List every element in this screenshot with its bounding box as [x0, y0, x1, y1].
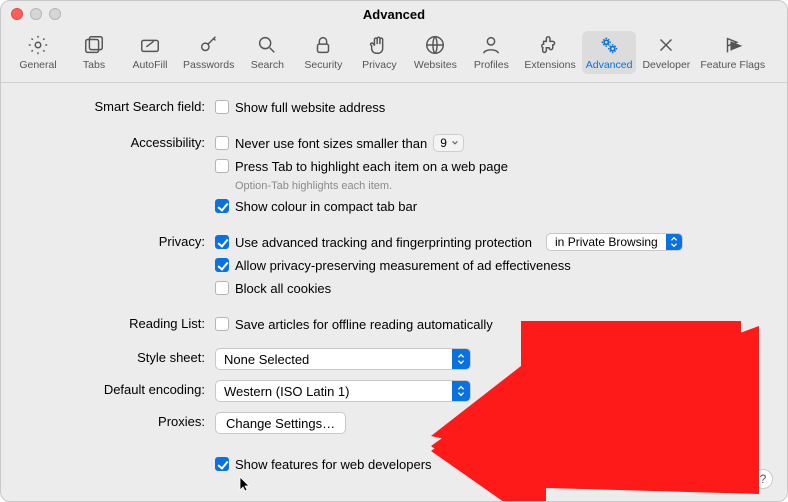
- toolbar-label: AutoFill: [132, 59, 167, 71]
- tools-icon: [655, 34, 677, 56]
- checkbox-save-offline[interactable]: [215, 317, 229, 331]
- toolbar-passwords[interactable]: Passwords: [179, 31, 238, 74]
- toolbar-advanced[interactable]: Advanced: [582, 31, 637, 74]
- hand-icon: [368, 34, 390, 56]
- toolbar-label: Extensions: [524, 59, 575, 71]
- tracking-mode-value: in Private Browsing: [555, 235, 658, 249]
- gear-icon: [27, 34, 49, 56]
- toolbar-tabs[interactable]: Tabs: [67, 31, 121, 74]
- text-allow-measure: Allow privacy-preserving measurement of …: [235, 258, 571, 273]
- text-show-full-url: Show full website address: [235, 100, 385, 115]
- text-advanced-tracking: Use advanced tracking and fingerprinting…: [235, 235, 532, 250]
- chevrons-icon: [666, 234, 682, 250]
- checkbox-advanced-tracking[interactable]: [215, 235, 229, 249]
- checkbox-show-dev-features[interactable]: [215, 457, 229, 471]
- toolbar-label: General: [19, 59, 56, 71]
- toolbar-privacy[interactable]: Privacy: [352, 31, 406, 74]
- tracking-mode-select[interactable]: in Private Browsing: [546, 233, 683, 251]
- text-block-cookies: Block all cookies: [235, 281, 331, 296]
- toolbar-label: Tabs: [83, 59, 105, 71]
- zoom-window-button[interactable]: [49, 8, 61, 20]
- checkbox-allow-measure[interactable]: [215, 258, 229, 272]
- label-smart-search: Smart Search field:: [21, 97, 215, 117]
- hint-option-tab: Option-Tab highlights each item.: [235, 180, 767, 192]
- toolbar-profiles[interactable]: Profiles: [464, 31, 518, 74]
- checkbox-show-full-url[interactable]: [215, 100, 229, 114]
- toolbar-websites[interactable]: Websites: [408, 31, 462, 74]
- lock-icon: [312, 34, 334, 56]
- text-show-colour: Show colour in compact tab bar: [235, 199, 417, 214]
- checkbox-press-tab[interactable]: [215, 159, 229, 173]
- help-button[interactable]: ?: [753, 469, 773, 489]
- checkbox-never-font-smaller[interactable]: [215, 136, 229, 150]
- toolbar-label: Developer: [642, 59, 690, 71]
- person-icon: [480, 34, 502, 56]
- toolbar-feature-flags[interactable]: Feature Flags: [696, 31, 769, 74]
- toolbar-label: Search: [251, 59, 284, 71]
- content-area: Smart Search field: Show full website ad…: [1, 83, 787, 494]
- tabs-icon: [83, 34, 105, 56]
- toolbar-security[interactable]: Security: [296, 31, 350, 74]
- preferences-window: Advanced General Tabs AutoFill Passwords…: [0, 0, 788, 502]
- toolbar-search[interactable]: Search: [240, 31, 294, 74]
- close-window-button[interactable]: [11, 8, 23, 20]
- toolbar-label: Websites: [414, 59, 457, 71]
- minimize-window-button[interactable]: [30, 8, 42, 20]
- autofill-icon: [139, 34, 161, 56]
- search-icon: [256, 34, 278, 56]
- text-save-offline: Save articles for offline reading automa…: [235, 317, 493, 332]
- checkbox-block-cookies[interactable]: [215, 281, 229, 295]
- text-show-dev-features: Show features for web developers: [235, 457, 432, 472]
- style-sheet-value: None Selected: [224, 352, 309, 367]
- label-privacy: Privacy:: [21, 232, 215, 252]
- toolbar-autofill[interactable]: AutoFill: [123, 31, 177, 74]
- label-proxies: Proxies:: [21, 412, 215, 432]
- toolbar-label: Profiles: [474, 59, 509, 71]
- toolbar-label: Privacy: [362, 59, 396, 71]
- toolbar-label: Feature Flags: [700, 59, 765, 71]
- text-press-tab: Press Tab to highlight each item on a we…: [235, 159, 508, 174]
- puzzle-icon: [539, 34, 561, 56]
- change-settings-button[interactable]: Change Settings…: [215, 412, 346, 434]
- window-title: Advanced: [1, 7, 787, 22]
- font-size-value: 9: [440, 136, 447, 150]
- toolbar-label: Advanced: [586, 59, 633, 71]
- default-encoding-value: Western (ISO Latin 1): [224, 384, 349, 399]
- titlebar: Advanced: [1, 1, 787, 27]
- label-accessibility: Accessibility:: [21, 133, 215, 153]
- chevron-down-icon: [451, 139, 459, 147]
- toolbar-extensions[interactable]: Extensions: [520, 31, 579, 74]
- key-icon: [198, 34, 220, 56]
- button-label: Change Settings…: [226, 416, 335, 431]
- chevrons-icon: [452, 381, 470, 401]
- gears-icon: [598, 34, 620, 56]
- style-sheet-select[interactable]: None Selected: [215, 348, 471, 370]
- chevrons-icon: [452, 349, 470, 369]
- text-never-font-smaller: Never use font sizes smaller than: [235, 136, 427, 151]
- globe-icon: [424, 34, 446, 56]
- default-encoding-select[interactable]: Western (ISO Latin 1): [215, 380, 471, 402]
- preferences-toolbar: General Tabs AutoFill Passwords Search S…: [1, 27, 787, 83]
- toolbar-general[interactable]: General: [11, 31, 65, 74]
- label-style-sheet: Style sheet:: [21, 348, 215, 368]
- label-reading-list: Reading List:: [21, 314, 215, 334]
- help-label: ?: [760, 472, 767, 486]
- flag-icon: [722, 34, 744, 56]
- toolbar-developer[interactable]: Developer: [638, 31, 694, 74]
- checkbox-show-colour[interactable]: [215, 199, 229, 213]
- traffic-lights: [11, 8, 61, 20]
- toolbar-label: Passwords: [183, 59, 234, 71]
- label-default-encoding: Default encoding:: [21, 380, 215, 400]
- toolbar-label: Security: [304, 59, 342, 71]
- font-size-dropdown[interactable]: 9: [433, 134, 464, 152]
